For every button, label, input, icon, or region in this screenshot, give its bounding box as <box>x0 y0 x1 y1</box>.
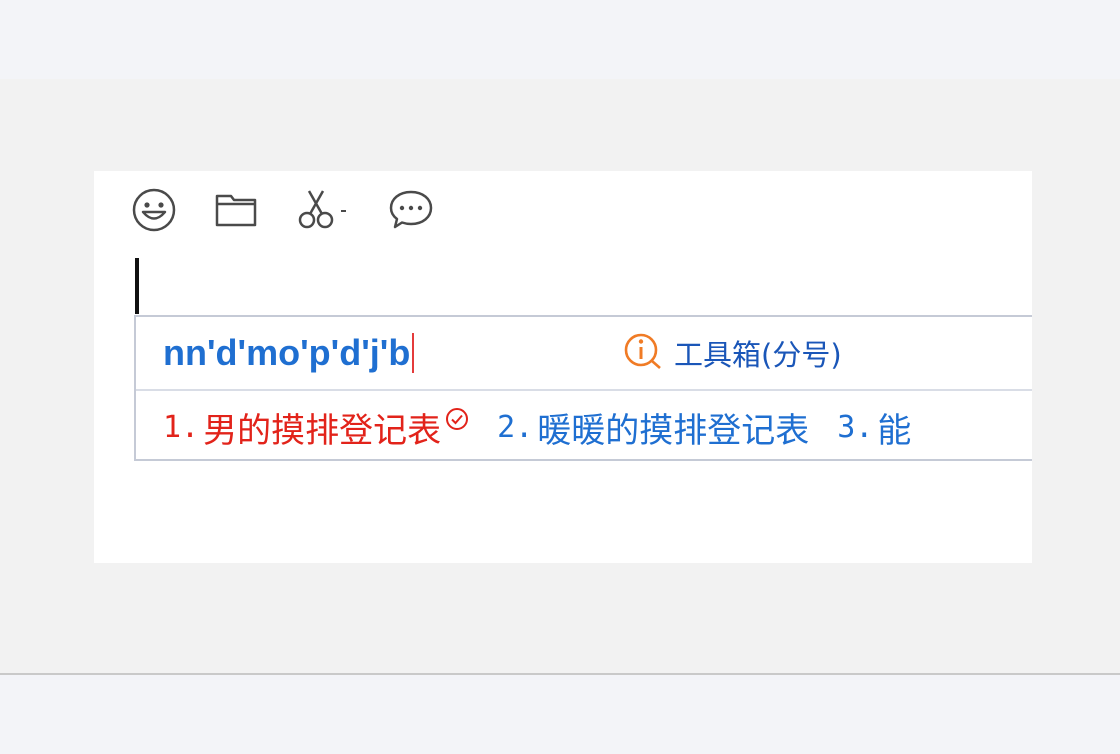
ime-pinyin-text: nn'd'mo'p'd'j'b <box>163 332 411 373</box>
ime-candidate-1[interactable]: 1. 男的摸排登记表 <box>163 403 469 452</box>
candidate-text: 男的摸排登记表 <box>203 410 442 451</box>
ime-toolbox-label: 工具箱(分号) <box>674 338 842 372</box>
window-top-area <box>0 0 1120 79</box>
candidate-index: 3. <box>837 409 874 445</box>
check-circle-icon <box>445 400 469 440</box>
message-compose-panel: nn'd'mo'p'd'j'b 工具箱(分号) 1. 男的摸排登记表 2. 暖暖… <box>94 171 1032 563</box>
scissors-icon <box>295 187 355 233</box>
candidate-text: 暖暖的摸排登记表 <box>537 410 810 451</box>
ime-toolbox-button[interactable]: 工具箱(分号) <box>622 331 842 375</box>
candidate-text: 能 <box>877 410 912 451</box>
ime-candidate-list: 1. 男的摸排登记表 2. 暖暖的摸排登记表 3. 能 <box>163 399 939 455</box>
ime-candidate-window: nn'd'mo'p'd'j'b 工具箱(分号) 1. 男的摸排登记表 2. 暖暖… <box>134 315 1032 461</box>
ime-divider <box>136 389 1032 391</box>
screenshot-button[interactable] <box>294 187 356 233</box>
folder-icon <box>213 187 259 233</box>
candidate-index: 2. <box>497 409 534 445</box>
emoji-icon <box>131 187 177 233</box>
ime-composition: nn'd'mo'p'd'j'b <box>163 331 415 375</box>
chat-bubble-icon <box>387 187 435 233</box>
emoji-button[interactable] <box>130 187 178 233</box>
candidate-index: 1. <box>163 409 200 445</box>
ime-candidate-3[interactable]: 3. 能 <box>837 403 911 452</box>
ime-composition-cursor <box>412 333 415 373</box>
input-text-cursor <box>135 258 139 314</box>
window-bottom-area <box>0 675 1120 754</box>
ime-candidate-2[interactable]: 2. 暖暖的摸排登记表 <box>497 403 809 452</box>
message-history-button[interactable] <box>386 187 436 233</box>
info-icon <box>622 331 666 375</box>
file-button[interactable] <box>212 187 260 233</box>
